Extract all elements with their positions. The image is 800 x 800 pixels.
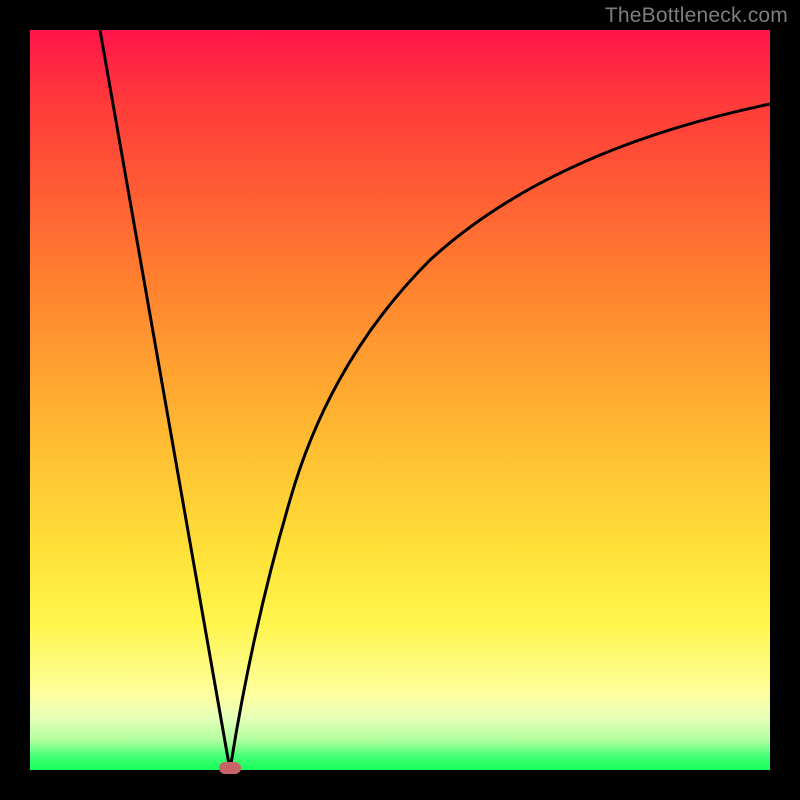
left-branch-line: [100, 30, 230, 770]
chart-frame: TheBottleneck.com: [0, 0, 800, 800]
curve-layer: [30, 30, 770, 770]
right-branch-curve: [230, 104, 770, 770]
watermark-text: TheBottleneck.com: [605, 4, 788, 28]
minimum-marker: [219, 762, 241, 774]
plot-area: [30, 30, 770, 770]
